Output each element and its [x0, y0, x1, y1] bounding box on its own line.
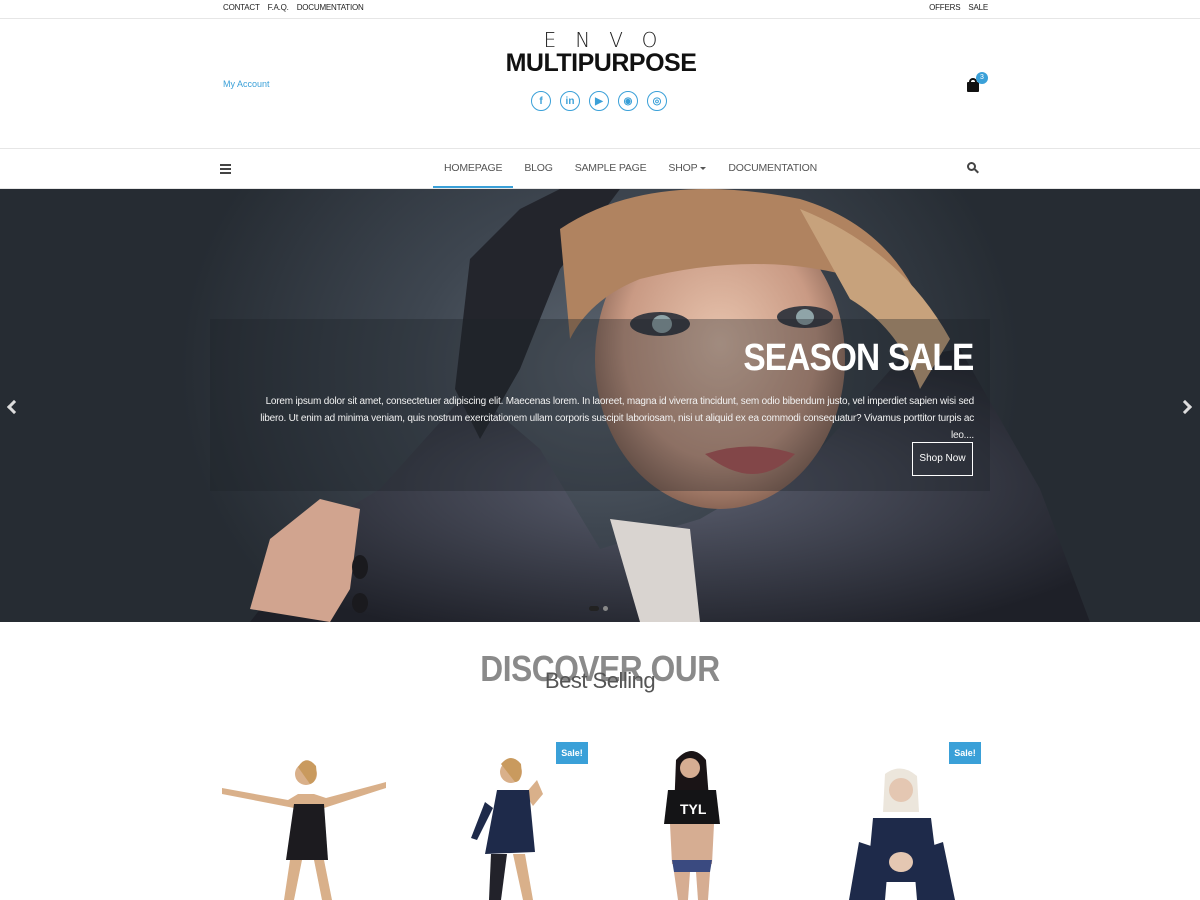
social-links: f in ▶ ◉ ◎	[531, 91, 667, 111]
nav-item-shop-label: SHOP	[668, 162, 698, 174]
product-image: TYL	[664, 751, 720, 900]
product-card[interactable]	[218, 742, 398, 900]
hamburger-menu-icon[interactable]	[220, 164, 231, 174]
product-image	[222, 760, 386, 900]
product-image	[471, 758, 543, 900]
top-bar-left-links: CONTACT F.A.Q. DOCUMENTATION	[223, 3, 364, 12]
nav-item-homepage[interactable]: HOMEPAGE	[433, 149, 514, 188]
top-link-documentation[interactable]: DOCUMENTATION	[297, 3, 364, 12]
hero-description: Lorem ipsum dolor sit amet, consectetuer…	[260, 396, 974, 441]
nav-item-shop[interactable]: SHOP	[657, 149, 717, 188]
product-grid: Sale! TYL Sale!	[218, 742, 988, 900]
site-logo[interactable]: ENVO MULTIPURPOSE	[484, 28, 718, 77]
section-subtitle: Best Selling	[544, 668, 656, 693]
logo-bottom-text: MULTIPURPOSE	[505, 49, 697, 77]
top-bar-right-links: OFFERS SALE	[929, 3, 988, 12]
my-account-link[interactable]: My Account	[223, 79, 270, 89]
slider-dot-active[interactable]	[589, 606, 599, 611]
product-card[interactable]: Sale!	[415, 742, 595, 900]
top-link-offers[interactable]: OFFERS	[929, 3, 960, 12]
sale-badge: Sale!	[556, 742, 588, 764]
svg-text:TYL: TYL	[680, 801, 707, 817]
product-card[interactable]: Sale!	[809, 742, 989, 900]
slider-pagination	[589, 606, 608, 611]
top-link-sale[interactable]: SALE	[968, 3, 988, 12]
top-link-faq[interactable]: F.A.Q.	[268, 3, 289, 12]
slider-dot[interactable]	[603, 606, 608, 611]
logo-top-text: ENVO	[543, 28, 677, 52]
reddit-icon[interactable]: ◉	[618, 91, 638, 111]
product-image	[849, 768, 955, 900]
product-card[interactable]: TYL	[612, 742, 792, 900]
cart-button[interactable]: 3	[966, 72, 988, 94]
instagram-icon[interactable]: ◎	[647, 91, 667, 111]
nav-item-blog[interactable]: BLOG	[513, 149, 563, 188]
linkedin-icon[interactable]: in	[560, 91, 580, 111]
search-icon[interactable]	[967, 162, 979, 174]
nav-item-documentation[interactable]: DOCUMENTATION	[717, 149, 828, 188]
top-link-contact[interactable]: CONTACT	[223, 3, 260, 12]
youtube-icon[interactable]: ▶	[589, 91, 609, 111]
nav-item-sample-page[interactable]: SAMPLE PAGE	[564, 149, 658, 188]
nav-menu: HOMEPAGE BLOG SAMPLE PAGE SHOP DOCUMENTA…	[433, 149, 828, 188]
shop-now-button[interactable]: Shop Now	[912, 442, 973, 476]
facebook-icon[interactable]: f	[531, 91, 551, 111]
site-header: My Account ENVO MULTIPURPOSE f in ▶ ◉ ◎ …	[0, 20, 1200, 148]
sale-badge: Sale!	[949, 742, 981, 764]
hero-slider: SEASON SALE Lorem ipsum dolor sit amet, …	[0, 189, 1200, 622]
hero-title: SEASON SALE	[742, 337, 974, 379]
cart-count-badge: 3	[976, 72, 988, 84]
caret-down-icon	[700, 166, 707, 170]
shopping-bag-body	[967, 82, 979, 92]
main-navigation: HOMEPAGE BLOG SAMPLE PAGE SHOP DOCUMENTA…	[0, 148, 1200, 189]
top-bar: CONTACT F.A.Q. DOCUMENTATION OFFERS SALE	[0, 0, 1200, 19]
